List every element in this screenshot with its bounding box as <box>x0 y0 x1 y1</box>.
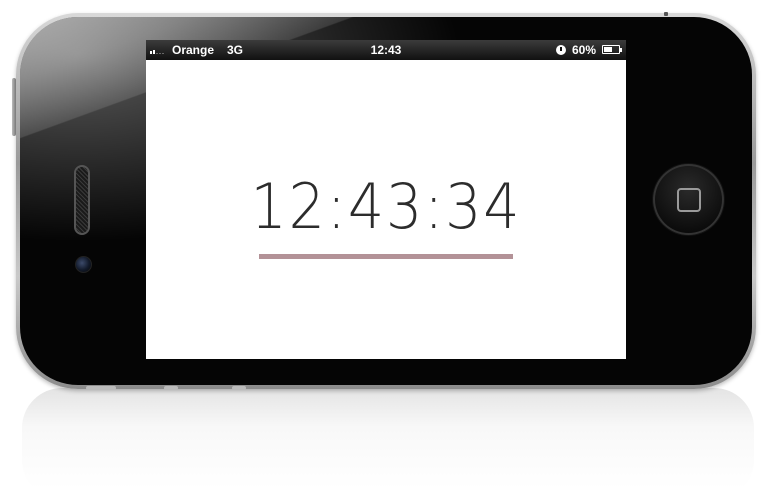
stage: Orange 3G 12:43 60% 12:43:34 <box>0 0 770 503</box>
battery-tip <box>620 48 622 52</box>
clock-underline <box>259 254 513 259</box>
alarm-clock-icon <box>556 45 566 55</box>
volume-up-button <box>164 386 178 390</box>
side-button <box>664 12 668 16</box>
phone-screen: Orange 3G 12:43 60% 12:43:34 <box>146 40 626 359</box>
status-bar: Orange 3G 12:43 60% <box>146 40 626 60</box>
battery-fill <box>604 47 612 52</box>
phone-reflection <box>22 388 754 500</box>
mute-switch <box>12 78 16 136</box>
home-button[interactable] <box>653 164 724 235</box>
clock-display: 12:43:34 <box>250 170 522 243</box>
speaker-grille <box>74 165 90 235</box>
battery-icon <box>602 45 620 54</box>
battery-percent: 60% <box>572 43 597 57</box>
front-camera-icon <box>75 256 92 273</box>
home-button-icon <box>677 188 701 212</box>
status-bar-time: 12:43 <box>370 43 402 57</box>
volume-down-button <box>232 386 246 390</box>
volume-button <box>86 386 116 390</box>
